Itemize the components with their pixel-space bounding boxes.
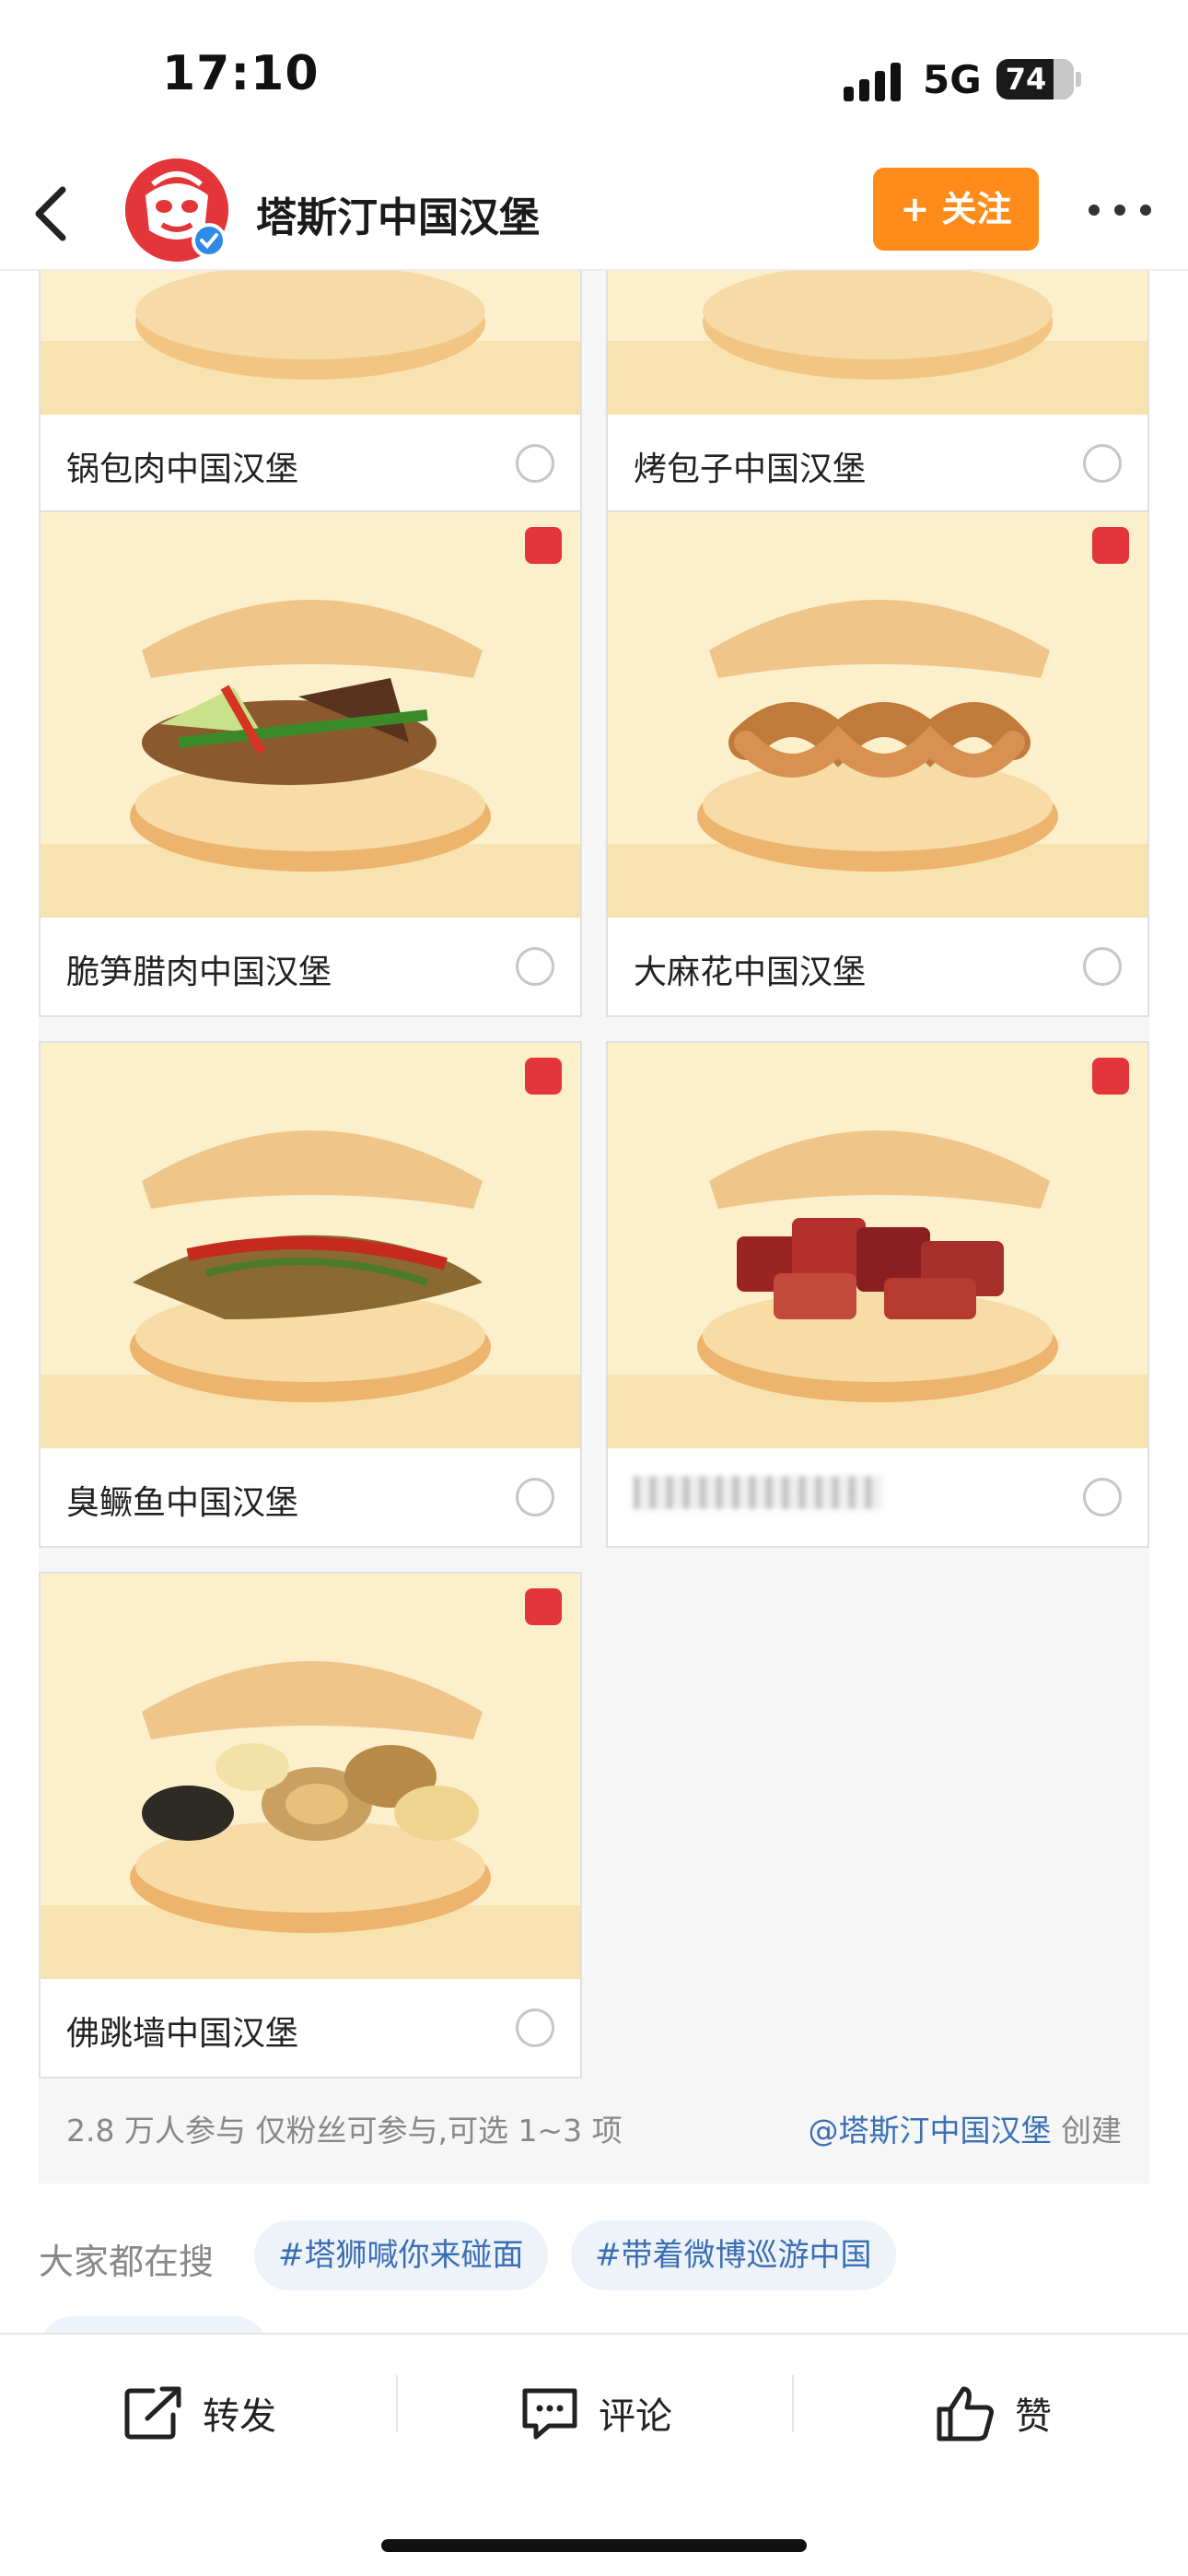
option-label: 烤包子中国汉堡 (634, 451, 867, 488)
creator-suffix: 创建 (1051, 2113, 1122, 2149)
battery-nub (1076, 72, 1081, 87)
battery-icon: 74 (996, 59, 1074, 100)
burger-image (608, 512, 1147, 919)
like-button[interactable]: 赞 (934, 2381, 1052, 2445)
back-button[interactable] (26, 181, 85, 247)
status-time: 17:10 (162, 46, 320, 101)
thumbs-up-icon (937, 2386, 994, 2441)
option-radio[interactable] (1083, 444, 1122, 483)
poll-container: 锅包肉中国汉堡 烤包子中国汉堡 脆笋腊肉中国汉堡 大麻花中国汉堡 臭鳜鱼中国汉堡… (39, 271, 1149, 2184)
poll-option[interactable] (606, 1041, 1149, 1548)
repost-button[interactable]: 转发 (122, 2381, 276, 2445)
option-label-row (608, 1448, 1147, 1546)
option-label-row: 脆笋腊肉中国汉堡 (41, 918, 580, 1015)
brand-badge-icon (525, 1588, 562, 1625)
option-radio[interactable] (1083, 947, 1122, 986)
poll-option[interactable]: 脆笋腊肉中国汉堡 (39, 510, 582, 1017)
option-label: 臭鳜鱼中国汉堡 (66, 1484, 299, 1522)
comment-label: 评论 (599, 2395, 672, 2438)
option-label-row: 佛跳墙中国汉堡 (41, 1979, 580, 2077)
poll-participants: 2.8 万人参与 仅粉丝可参与,可选 1~3 项 (66, 2113, 623, 2149)
action-bar: 转发 评论 赞 (0, 2333, 1188, 2499)
comment-button[interactable]: 评论 (518, 2381, 672, 2445)
chevron-left-icon (35, 186, 66, 241)
poll-footer: 2.8 万人参与 仅粉丝可参与,可选 1~3 项 @塔斯汀中国汉堡 创建 (39, 2075, 1149, 2167)
poll-option[interactable]: 佛跳墙中国汉堡 (39, 1572, 582, 2078)
option-label-row: 臭鳜鱼中国汉堡 (41, 1448, 580, 1546)
signal-icon (844, 61, 903, 101)
brand-badge-icon (1092, 527, 1129, 564)
poll-option[interactable]: 锅包肉中国汉堡 (39, 271, 582, 514)
poll-option[interactable]: 臭鳜鱼中国汉堡 (39, 1041, 582, 1548)
verified-badge-icon (192, 223, 227, 258)
brand-badge-icon (1092, 1058, 1129, 1095)
option-label-row: 锅包肉中国汉堡 (41, 415, 580, 512)
trending-label: 大家都在搜 (39, 2242, 215, 2282)
more-options-icon[interactable] (1083, 195, 1157, 223)
option-label-row: 烤包子中国汉堡 (608, 415, 1147, 512)
option-label: 脆笋腊肉中国汉堡 (66, 954, 332, 991)
trending-tag[interactable]: #带着微博巡游中国 (571, 2220, 896, 2290)
network-type: 5G (923, 57, 982, 102)
option-radio[interactable] (516, 947, 554, 986)
burger-image (608, 1043, 1147, 1450)
poll-option[interactable]: 烤包子中国汉堡 (606, 271, 1149, 514)
option-label-row: 大麻花中国汉堡 (608, 918, 1147, 1015)
burger-image (41, 1043, 580, 1450)
brand-badge-icon (525, 527, 562, 564)
option-radio[interactable] (1083, 1478, 1122, 1516)
share-icon (124, 2386, 181, 2440)
profile-header: 塔斯汀中国汉堡 + 关注 (0, 157, 1188, 271)
divider (792, 2375, 794, 2432)
account-name[interactable]: 塔斯汀中国汉堡 (256, 184, 540, 243)
option-radio[interactable] (516, 2008, 554, 2047)
trending-search: 大家都在搜 #塔狮喊你来碰面 #带着微博巡游中国 (39, 2220, 1188, 2353)
home-indicator (381, 2539, 807, 2552)
comment-icon (522, 2388, 577, 2440)
burger-image (608, 271, 1147, 416)
status-bar: 17:10 5G 74 (0, 0, 1188, 157)
divider (396, 2375, 398, 2432)
burger-image (41, 1574, 580, 1981)
trending-tag[interactable]: #塔狮喊你来碰面 (254, 2220, 548, 2290)
option-label-blurred (634, 1476, 882, 1509)
option-label: 锅包肉中国汉堡 (66, 451, 299, 488)
burger-image (41, 512, 580, 919)
poll-option[interactable]: 大麻花中国汉堡 (606, 510, 1149, 1017)
repost-label: 转发 (203, 2395, 276, 2438)
battery-level: 74 (1005, 62, 1047, 97)
creator-link[interactable]: @塔斯汀中国汉堡 (809, 2113, 1052, 2149)
option-radio[interactable] (516, 1478, 554, 1516)
follow-button[interactable]: + 关注 (873, 168, 1039, 251)
option-label: 大麻花中国汉堡 (634, 954, 867, 991)
burger-image (41, 271, 580, 416)
option-label: 佛跳墙中国汉堡 (66, 2015, 299, 2053)
brand-badge-icon (525, 1058, 562, 1095)
poll-creator: @塔斯汀中国汉堡 创建 (809, 2106, 1123, 2150)
like-label: 赞 (1015, 2395, 1052, 2438)
option-radio[interactable] (516, 444, 554, 483)
